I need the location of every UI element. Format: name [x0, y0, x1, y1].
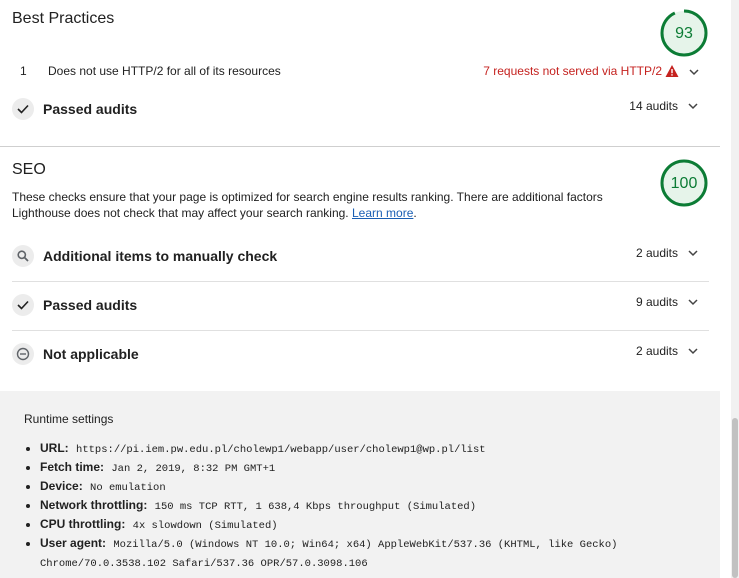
seo-score: 100	[671, 175, 698, 192]
runtime-value: Jan 2, 2019, 8:32 PM GMT+1	[111, 463, 276, 475]
seo-title: SEO	[12, 161, 46, 178]
best-practices-score: 93	[675, 25, 693, 42]
runtime-item-device: Device: No emulation	[24, 478, 664, 497]
seo-score-gauge[interactable]: 100	[659, 158, 709, 208]
search-icon	[12, 245, 34, 267]
seo-not-applicable-group[interactable]: Not applicable 2 audits	[12, 330, 707, 378]
chevron-down-icon[interactable]	[688, 66, 700, 78]
group-title: Passed audits	[43, 101, 138, 117]
audit-display-value: 7 requests not served via HTTP/2	[483, 64, 662, 78]
runtime-settings-list: URL: https://pi.iem.pw.edu.pl/cholewp1/w…	[24, 440, 664, 573]
runtime-item-cpu-throttling: CPU throttling: 4x slowdown (Simulated)	[24, 516, 664, 535]
seo-manual-check-group[interactable]: Additional items to manually check 2 aud…	[12, 232, 707, 280]
runtime-settings-title: Runtime settings	[24, 412, 114, 426]
audit-title: Does not use HTTP/2 for all of its resou…	[48, 64, 281, 78]
runtime-label: User agent:	[40, 536, 107, 550]
chevron-down-icon[interactable]	[687, 100, 699, 112]
group-count: 14 audits	[629, 99, 678, 113]
section-divider	[0, 146, 720, 147]
runtime-label: Fetch time:	[40, 460, 105, 474]
runtime-value: 150 ms TCP RTT, 1 638,4 Kbps throughput …	[154, 501, 477, 513]
runtime-value: 4x slowdown (Simulated)	[132, 520, 278, 532]
runtime-value: Mozilla/5.0 (Windows NT 10.0; Win64; x64…	[40, 539, 618, 570]
chevron-down-icon[interactable]	[687, 296, 699, 308]
runtime-label: CPU throttling:	[40, 517, 126, 531]
runtime-label: Network throttling:	[40, 498, 148, 512]
group-title: Not applicable	[43, 346, 139, 362]
runtime-item-user-agent: User agent: Mozilla/5.0 (Windows NT 10.0…	[24, 535, 664, 573]
lighthouse-report: Best Practices 93 1 Does not use HTTP/2 …	[0, 0, 720, 578]
runtime-label: URL:	[40, 441, 69, 455]
best-practices-score-gauge[interactable]: 93	[659, 8, 709, 58]
checkmark-icon	[12, 98, 34, 120]
best-practices-title: Best Practices	[12, 10, 115, 27]
learn-more-link[interactable]: Learn more	[352, 206, 413, 220]
seo-passed-audits-group[interactable]: Passed audits 9 audits	[12, 281, 707, 329]
seo-description-end: .	[413, 206, 417, 220]
runtime-settings-panel: Runtime settings URL: https://pi.iem.pw.…	[0, 391, 720, 578]
seo-description: These checks ensure that your page is op…	[12, 189, 632, 221]
group-count: 2 audits	[635, 344, 678, 358]
audit-uses-http2[interactable]: 1 Does not use HTTP/2 for all of its res…	[12, 58, 712, 84]
bp-passed-audits-group[interactable]: Passed audits 14 audits	[12, 85, 707, 133]
group-title: Passed audits	[43, 297, 138, 313]
runtime-value: https://pi.iem.pw.edu.pl/cholewp1/webapp…	[76, 444, 486, 456]
warning-triangle-icon	[665, 65, 679, 77]
group-count: 9 audits	[635, 295, 678, 309]
minus-circle-icon	[12, 343, 34, 365]
audit-index: 1	[20, 64, 27, 78]
group-title: Additional items to manually check	[43, 248, 278, 264]
group-count: 2 audits	[635, 246, 678, 260]
runtime-value: No emulation	[90, 482, 166, 494]
runtime-label: Device:	[40, 479, 83, 493]
seo-description-text: These checks ensure that your page is op…	[12, 190, 603, 220]
chevron-down-icon[interactable]	[687, 247, 699, 259]
runtime-item-fetch-time: Fetch time: Jan 2, 2019, 8:32 PM GMT+1	[24, 459, 664, 478]
runtime-item-url: URL: https://pi.iem.pw.edu.pl/cholewp1/w…	[24, 440, 664, 459]
runtime-item-network-throttling: Network throttling: 150 ms TCP RTT, 1 63…	[24, 497, 664, 516]
chevron-down-icon[interactable]	[687, 345, 699, 357]
checkmark-icon	[12, 294, 34, 316]
scrollbar-thumb[interactable]	[732, 418, 738, 578]
